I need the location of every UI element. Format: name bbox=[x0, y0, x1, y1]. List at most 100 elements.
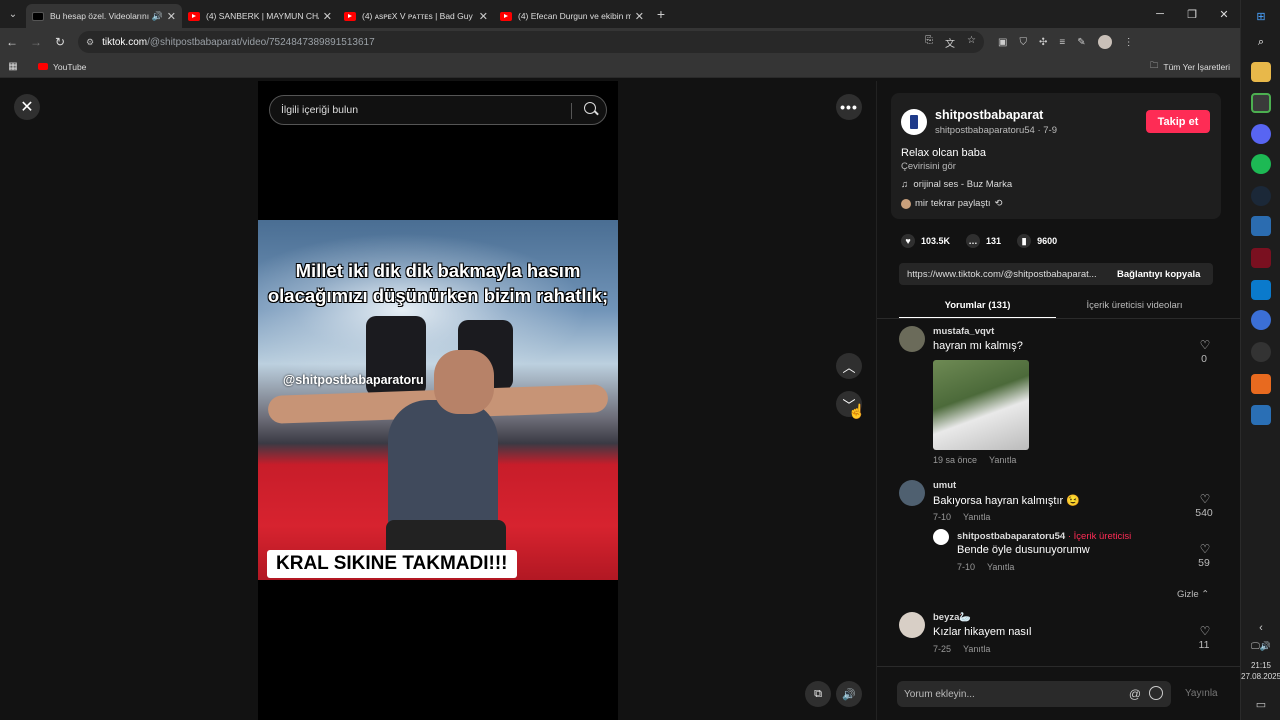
notification-icon[interactable]: ▭ bbox=[1251, 694, 1271, 714]
browser-tab-4[interactable]: (4) Efecan Durgun ve ekibin ma ✕ bbox=[494, 4, 650, 28]
music-link[interactable]: ♫ orijinal ses - Buz Marka bbox=[901, 179, 1012, 190]
reply-button[interactable]: Yanıtla bbox=[963, 512, 990, 522]
close-tab-icon[interactable]: ✕ bbox=[167, 10, 176, 23]
windows-start-icon[interactable]: ⊞ bbox=[1251, 6, 1271, 26]
commenter-avatar[interactable] bbox=[899, 480, 925, 506]
creator-avatar[interactable] bbox=[901, 109, 927, 135]
can-icon bbox=[910, 115, 918, 129]
close-tab-icon[interactable]: ✕ bbox=[479, 10, 488, 23]
close-window-icon[interactable]: ✕ bbox=[1208, 8, 1240, 21]
creator-username[interactable]: shitpostbabaparat bbox=[935, 108, 1043, 122]
search-input[interactable]: İlgili içeriği bulun bbox=[269, 95, 607, 125]
new-tab-button[interactable]: + bbox=[650, 6, 672, 22]
profile-avatar[interactable] bbox=[1097, 35, 1112, 49]
restore-icon[interactable]: ❐ bbox=[1176, 8, 1208, 21]
comment-image[interactable] bbox=[933, 360, 1029, 450]
like-count: 103.5K bbox=[921, 236, 951, 246]
bookmark-star-icon[interactable]: ☆ bbox=[967, 35, 976, 50]
comment-like-icon[interactable]: ♡ bbox=[1197, 624, 1213, 638]
copy-link-button[interactable]: Bağlantıyı kopyala bbox=[1117, 269, 1200, 280]
see-translation-link[interactable]: Çevirisini gör bbox=[901, 161, 956, 172]
commenter-avatar[interactable] bbox=[899, 612, 925, 638]
all-bookmarks[interactable]: 🗀 Tüm Yer İşaretleri bbox=[1150, 60, 1230, 74]
reload-icon[interactable]: ↻ bbox=[48, 35, 72, 49]
mention-icon[interactable]: @ bbox=[1129, 687, 1141, 701]
volume-button[interactable]: 🔊 bbox=[836, 681, 862, 707]
search-icon[interactable] bbox=[584, 102, 596, 114]
close-video-button[interactable]: ✕ bbox=[14, 94, 40, 120]
mouse-pointer-icon: ☝ bbox=[848, 403, 866, 419]
search-placeholder: İlgili içeriği bulun bbox=[281, 104, 359, 116]
comment-username[interactable]: umut bbox=[933, 480, 956, 491]
app-icon[interactable] bbox=[1251, 248, 1271, 268]
speaker-icon[interactable]: 🔊 bbox=[152, 11, 163, 22]
browser-tab-1[interactable]: Bu hesap özel. Videolarını g 🔊 ✕ bbox=[26, 4, 182, 28]
emoji-icon[interactable] bbox=[1149, 686, 1163, 700]
comment-text: Bakıyorsa hayran kalmıştır 😉 bbox=[933, 495, 1080, 507]
translate-icon[interactable]: 文 bbox=[945, 35, 955, 50]
network-volume-icon[interactable]: 🖵🔊 bbox=[1251, 636, 1271, 656]
puzzle-icon[interactable]: ✣ bbox=[1039, 37, 1047, 48]
close-tab-icon[interactable]: ✕ bbox=[635, 10, 644, 23]
close-tab-icon[interactable]: ✕ bbox=[323, 10, 332, 23]
media-icon[interactable]: ≡ bbox=[1059, 37, 1065, 48]
steam-icon[interactable] bbox=[1251, 186, 1271, 206]
comment-like-count: 59 bbox=[1198, 557, 1210, 569]
browser-tab-3[interactable]: (4) ᴀsᴘᴇX V ᴘᴀᴛᴛᴇs | Bad Guy | A ✕ bbox=[338, 4, 494, 28]
app-icon[interactable] bbox=[1251, 342, 1271, 362]
follow-button[interactable]: Takip et bbox=[1146, 110, 1210, 133]
bookmark-youtube[interactable]: YouTube bbox=[38, 62, 86, 72]
install-app-icon[interactable]: ⎘ bbox=[925, 35, 933, 50]
comment-username[interactable]: beyza🦢 bbox=[933, 612, 971, 623]
comment-username[interactable]: mustafa_vqvt bbox=[933, 326, 994, 337]
app-icon[interactable] bbox=[1251, 216, 1271, 236]
chevron-up-icon[interactable]: ‹ bbox=[1251, 618, 1271, 638]
tab-comments[interactable]: Yorumlar (131) bbox=[899, 291, 1056, 319]
address-bar[interactable]: ⚙ tiktok.com/@shitpostbabaparat/video/75… bbox=[78, 31, 984, 53]
hide-replies-button[interactable]: Gizle ⌃ bbox=[1177, 589, 1209, 600]
tab-search-button[interactable]: ⌄ bbox=[0, 0, 26, 28]
app-icon[interactable] bbox=[1251, 374, 1271, 394]
comment-like-icon[interactable]: ♡ bbox=[1197, 492, 1213, 506]
apps-grid-icon[interactable]: ▦ bbox=[0, 61, 26, 72]
creator-reply-avatar[interactable] bbox=[933, 529, 949, 545]
comment-username[interactable]: shitpostbabaparatoru54 · İçerik üreticis… bbox=[957, 531, 1131, 542]
reply-button[interactable]: Yanıtla bbox=[963, 644, 990, 654]
menu-icon[interactable]: ⋮ bbox=[1124, 37, 1134, 48]
commenter-avatar[interactable] bbox=[899, 326, 925, 352]
like-button[interactable]: ♥ 103.5K bbox=[901, 234, 950, 248]
more-options-button[interactable]: ••• bbox=[836, 94, 862, 120]
minimize-icon[interactable]: ─ bbox=[1144, 8, 1176, 20]
system-clock[interactable]: 21:15 27.08.2025 bbox=[1241, 660, 1280, 682]
search-icon[interactable]: ⌕ bbox=[1251, 32, 1271, 52]
reply-button[interactable]: Yanıtla bbox=[987, 562, 1014, 572]
video-player[interactable]: Millet iki dik dik bakmayla hasım olacağ… bbox=[258, 220, 618, 580]
browser-tab-2[interactable]: (4) SANBERK | MAYMUN CHAR ✕ bbox=[182, 4, 338, 28]
share-url[interactable]: https://www.tiktok.com/@shitpostbabapara… bbox=[907, 269, 1109, 280]
url-host: tiktok.com bbox=[102, 36, 148, 48]
site-settings-icon[interactable]: ⚙ bbox=[86, 37, 94, 48]
save-button[interactable]: ▮ 9600 bbox=[1017, 234, 1057, 248]
picture-in-picture-button[interactable]: ⧉ bbox=[805, 681, 831, 707]
edit-icon[interactable]: ✎ bbox=[1077, 37, 1085, 48]
comment-button[interactable]: … 131 bbox=[966, 234, 1001, 248]
spotify-icon[interactable] bbox=[1251, 154, 1271, 174]
extension-icon[interactable]: ▣ bbox=[998, 37, 1007, 48]
back-icon[interactable]: ← bbox=[0, 35, 24, 49]
file-explorer-icon[interactable] bbox=[1251, 62, 1271, 82]
comment-like-icon[interactable]: ♡ bbox=[1197, 338, 1213, 352]
shield-icon[interactable]: ⛉ bbox=[1019, 37, 1027, 48]
comment-like-icon[interactable]: ♡ bbox=[1197, 542, 1213, 556]
app-icon[interactable] bbox=[1251, 310, 1271, 330]
vscode-icon[interactable] bbox=[1251, 280, 1271, 300]
previous-video-button[interactable]: ︿ bbox=[836, 353, 862, 379]
comment-time: 7-10 bbox=[933, 512, 952, 522]
chrome-icon[interactable] bbox=[1251, 93, 1271, 113]
tab-creator-videos[interactable]: İçerik üreticisi videoları bbox=[1056, 291, 1213, 319]
forward-icon[interactable]: → bbox=[24, 35, 48, 49]
discord-icon[interactable] bbox=[1251, 124, 1271, 144]
app-icon[interactable] bbox=[1251, 405, 1271, 425]
post-comment-button[interactable]: Yayınla bbox=[1185, 688, 1218, 699]
comment-input[interactable]: Yorum ekleyin... @ bbox=[897, 681, 1171, 707]
reply-button[interactable]: Yanıtla bbox=[989, 455, 1016, 465]
